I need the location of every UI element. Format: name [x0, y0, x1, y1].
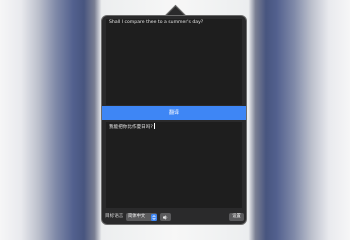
target-language-label: 目标语言 — [105, 214, 124, 219]
speak-button[interactable] — [160, 213, 171, 221]
target-language-select[interactable]: 简体中文 — [126, 213, 157, 221]
source-text-area[interactable]: Shall I compare thee to a summer's day? — [106, 19, 242, 105]
speaker-icon — [163, 214, 168, 220]
translation-popover: Shall I compare thee to a summer's day? … — [101, 15, 247, 225]
popover-footer: 目标语言 简体中文 设置 — [102, 210, 246, 224]
settings-button[interactable]: 设置 — [229, 213, 244, 221]
result-text-area[interactable]: 我能把你比作夏日吗? — [106, 122, 242, 208]
source-text: Shall I compare thee to a summer's day? — [109, 20, 204, 25]
chevron-up-down-icon — [150, 213, 157, 221]
result-text: 我能把你比作夏日吗? — [109, 125, 153, 130]
translate-button[interactable]: 翻译 — [102, 106, 246, 120]
target-language-value: 简体中文 — [128, 214, 146, 219]
text-cursor — [153, 123, 155, 129]
